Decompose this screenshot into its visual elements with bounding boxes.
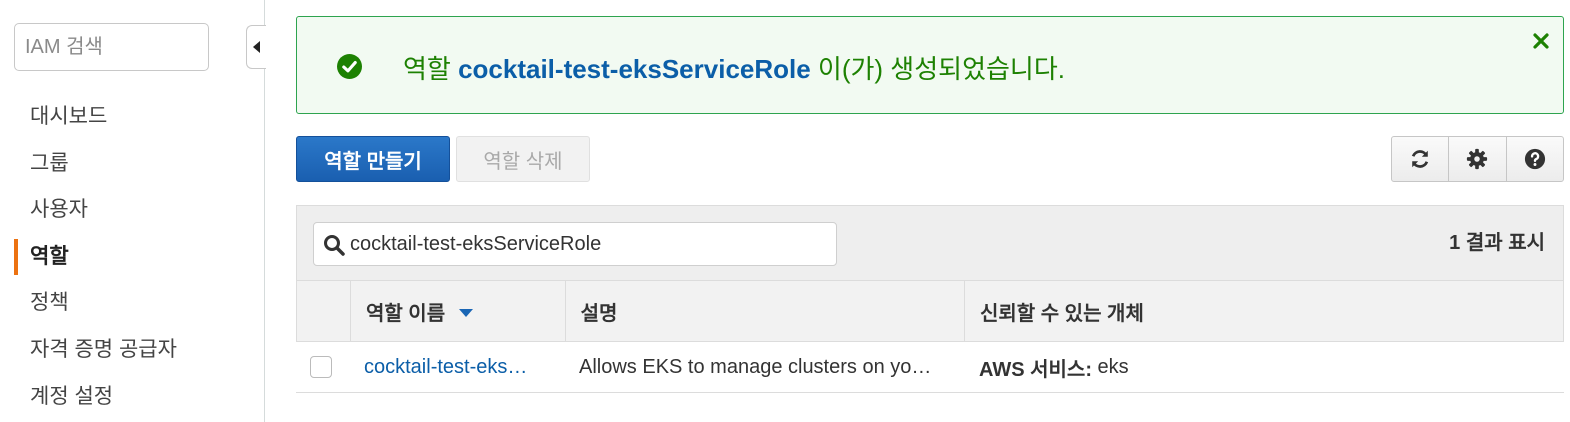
refresh-icon [1411, 150, 1429, 168]
column-header-role-name[interactable]: 역할 이름 [349, 281, 565, 341]
sidebar: 대시보드 그룹 사용자 역할 정책 자격 증명 공급자 계정 설정 [0, 0, 266, 422]
sort-desc-icon[interactable] [459, 309, 474, 317]
table-tools [1391, 136, 1564, 182]
table-row: cocktail-test-eks… Allows EKS to manage … [296, 342, 1564, 393]
flash-prefix: 역할 [403, 54, 459, 84]
help-icon [1524, 148, 1545, 170]
trusted-entity-value: eks [1091, 355, 1129, 378]
column-header-description[interactable]: 설명 [564, 281, 964, 341]
flash-role-name: cocktail-test-eksServiceRole [458, 54, 811, 84]
table-header: 역할 이름 설명 신뢰할 수 있는 개체 [296, 280, 1564, 342]
sidebar-nav: 대시보드 그룹 사용자 역할 정책 자격 증명 공급자 계정 설정 [0, 94, 264, 420]
sidebar-item-policies[interactable]: 정책 [0, 280, 264, 327]
create-role-button[interactable]: 역할 만들기 [296, 136, 450, 182]
check-circle-icon [337, 54, 362, 79]
sidebar-collapse-button[interactable] [246, 25, 266, 69]
roles-table: 1 결과 표시 역할 이름 설명 신뢰할 수 있는 개체 cocktail-te… [296, 205, 1564, 393]
settings-button[interactable] [1448, 137, 1505, 181]
results-count: 1 결과 표시 [1449, 232, 1545, 254]
role-name-link[interactable]: cocktail-test-eks… [364, 356, 527, 379]
table-filter-bar: 1 결과 표시 [296, 205, 1564, 281]
description-cell: Allows EKS to manage clusters on yo… [564, 342, 964, 392]
sidebar-item-identity-providers[interactable]: 자격 증명 공급자 [0, 327, 264, 374]
row-select-cell [296, 342, 349, 392]
refresh-button[interactable] [1392, 137, 1448, 181]
select-column-header [297, 281, 350, 341]
column-label-description: 설명 [580, 302, 618, 325]
sidebar-item-roles[interactable]: 역할 [0, 234, 264, 281]
filter-input[interactable] [350, 223, 830, 265]
sidebar-item-groups[interactable]: 그룹 [0, 141, 264, 188]
search-icon [324, 235, 345, 256]
sidebar-item-account-settings[interactable]: 계정 설정 [0, 374, 264, 421]
row-checkbox[interactable] [310, 356, 332, 378]
flash-suffix: 이(가) 생성되었습니다. [810, 54, 1065, 84]
column-label-role-name: 역할 이름 [365, 302, 446, 325]
gear-icon [1467, 148, 1488, 170]
flash-text: 역할 cocktail-test-eksServiceRole 이(가) 생성되… [403, 49, 1065, 86]
role-description: Allows EKS to manage clusters on yo… [579, 355, 932, 378]
sidebar-item-users[interactable]: 사용자 [0, 187, 264, 234]
column-header-trusted-entities[interactable]: 신뢰할 수 있는 개체 [963, 281, 1563, 341]
delete-role-button[interactable]: 역할 삭제 [456, 136, 590, 182]
role-name-cell: cocktail-test-eks… [349, 342, 564, 392]
sidebar-item-dashboard[interactable]: 대시보드 [0, 94, 264, 141]
help-button[interactable] [1505, 137, 1563, 181]
iam-search-input[interactable] [14, 23, 209, 71]
trusted-entities-cell: AWS 서비스: eks [964, 342, 1564, 392]
close-icon[interactable] [1531, 31, 1551, 51]
column-label-trusted-entities: 신뢰할 수 있는 개체 [979, 302, 1144, 325]
success-flash-message: 역할 cocktail-test-eksServiceRole 이(가) 생성되… [296, 16, 1564, 114]
filter-field[interactable] [313, 222, 837, 266]
trusted-entity-type: AWS 서비스: [979, 358, 1092, 381]
chevron-left-icon [253, 41, 260, 53]
